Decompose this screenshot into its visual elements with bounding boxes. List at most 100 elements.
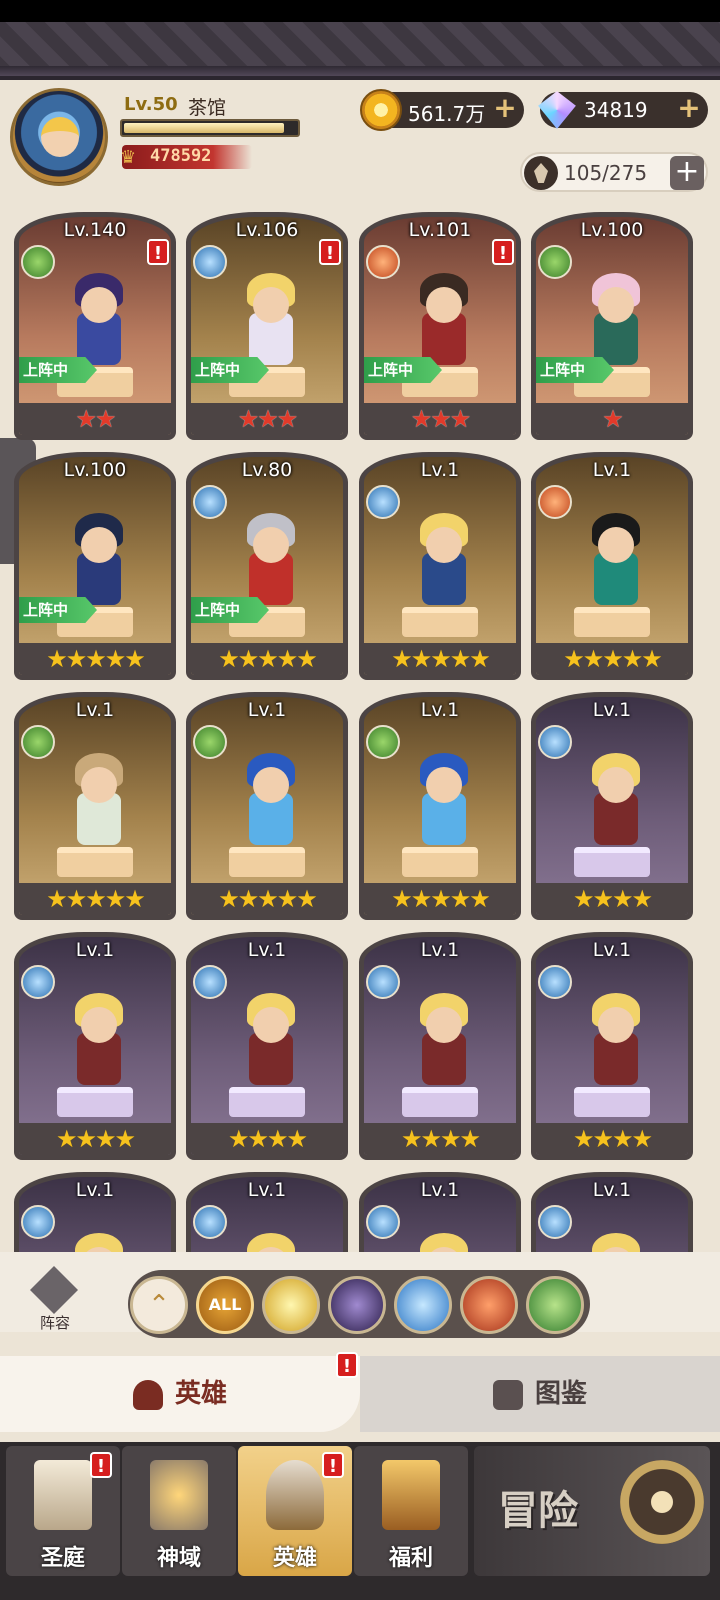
faction-order-icon [366, 485, 400, 519]
tab-heroes[interactable]: 英雄! [0, 1352, 360, 1432]
power-icon: ♛ [120, 147, 137, 168]
hero-card[interactable]: Lv.100 上阵中 ★★★★★ [14, 452, 176, 680]
filter-order-icon[interactable] [394, 1276, 452, 1334]
faction-beast-icon [538, 485, 572, 519]
hero-card[interactable]: Lv.1 ★★★★★ [359, 692, 521, 920]
hero-head [598, 287, 634, 323]
hero-sprite [404, 753, 482, 859]
hero-level: Lv.1 [592, 1179, 632, 1201]
hero-card[interactable]: Lv.1 [14, 1172, 176, 1252]
faction-order-icon [366, 965, 400, 999]
adventure-button[interactable]: 冒险 [474, 1446, 710, 1576]
hero-sprite [59, 993, 137, 1099]
hero-card[interactable]: Lv.1 [186, 1172, 348, 1252]
gold-value: 561.7万 [408, 102, 486, 126]
hero-card[interactable]: Lv.1 [359, 1172, 521, 1252]
hero-card[interactable]: Lv.1 ★★★★ [531, 932, 693, 1160]
stars: ★★★★ [227, 1125, 308, 1153]
treasure-chest-icon [382, 1460, 440, 1530]
hero-head [598, 527, 634, 563]
hero-sprite [59, 1233, 137, 1252]
hero-card[interactable]: Lv.1 ★★★★★ [531, 452, 693, 680]
alert-badge: ! [319, 239, 341, 265]
alert-badge: ! [147, 239, 169, 265]
stars: ★★★★★ [46, 885, 146, 913]
hero-sprite [231, 993, 309, 1099]
nav-realm[interactable]: 神域 [122, 1446, 236, 1576]
hero-card[interactable]: Lv.106! 上阵中 ★★★ [186, 212, 348, 440]
sort-toggle-button[interactable]: ⌃ [130, 1276, 188, 1334]
hero-head [598, 1007, 634, 1043]
hero-level: Lv.100 [580, 219, 644, 241]
hero-slot-icon [524, 156, 558, 190]
helmet-icon [132, 1379, 163, 1410]
gem-counter: 34819 + [538, 91, 708, 129]
hero-head [81, 287, 117, 323]
star-rating: ★★★★★ [364, 883, 516, 915]
hero-head [81, 1007, 117, 1043]
filter-dark-icon[interactable] [328, 1276, 386, 1334]
filter-all-button[interactable]: ALL [196, 1276, 254, 1334]
hero-sprite [576, 993, 654, 1099]
star-rating: ★★★★★ [19, 643, 171, 675]
hero-card[interactable]: Lv.100 上阵中 ★ [531, 212, 693, 440]
hero-card[interactable]: Lv.1 ★★★★ [359, 932, 521, 1160]
hero-head [253, 287, 289, 323]
lineup-button[interactable]: 阵容 [22, 1266, 88, 1336]
stars: ★★★★ [400, 1125, 481, 1153]
nav-court[interactable]: ! 圣庭 [6, 1446, 120, 1576]
hero-level: Lv.1 [420, 699, 460, 721]
hero-sprite [576, 1233, 654, 1252]
faction-order-icon [538, 1205, 572, 1239]
hero-card[interactable]: Lv.80 上阵中 ★★★★★ [186, 452, 348, 680]
filter-beast-icon[interactable] [460, 1276, 518, 1334]
nav-court-alert: ! [90, 1452, 112, 1478]
avatar-face [41, 117, 79, 157]
hero-level: Lv.1 [592, 459, 632, 481]
star-rating: ★★★★★ [191, 883, 343, 915]
hero-sprite [404, 1233, 482, 1252]
hero-level: Lv.1 [420, 1179, 460, 1201]
star-rating: ★ [536, 403, 688, 435]
filter-light-icon[interactable] [262, 1276, 320, 1334]
nav-heroes[interactable]: ! 英雄 [238, 1446, 352, 1576]
hero-sprite [576, 753, 654, 859]
tab-codex[interactable]: 图鉴 [360, 1356, 720, 1432]
tab-heroes-label: 英雄 [174, 1379, 227, 1409]
hero-card[interactable]: Lv.1 ★★★★★ [359, 452, 521, 680]
hero-head [426, 767, 462, 803]
hero-card[interactable]: Lv.1 [531, 1172, 693, 1252]
hero-sprite [231, 753, 309, 859]
hero-card[interactable]: Lv.1 ★★★★★ [14, 692, 176, 920]
hero-card[interactable]: Lv.140! 上阵中 ★★ [14, 212, 176, 440]
hero-head [598, 767, 634, 803]
hero-level: Lv.140 [63, 219, 127, 241]
faction-order-icon [538, 725, 572, 759]
hero-level: Lv.1 [75, 1179, 115, 1201]
faction-order-icon [21, 965, 55, 999]
add-gems-button[interactable]: + [676, 94, 702, 122]
stars: ★★★★★ [391, 645, 491, 673]
add-gold-button[interactable]: + [492, 94, 518, 122]
hero-card[interactable]: Lv.1 ★★★★ [14, 932, 176, 1160]
stars: ★★★ [237, 405, 299, 433]
on-team-tag: 上阵中 [191, 597, 269, 623]
filter-nature-icon[interactable] [526, 1276, 584, 1334]
hero-card[interactable]: Lv.1 ★★★★ [186, 932, 348, 1160]
expand-slots-button[interactable]: + [670, 156, 704, 190]
exp-bar-fill [124, 123, 284, 133]
hero-level: Lv.100 [63, 459, 127, 481]
hero-head [426, 527, 462, 563]
tab-alert-badge: ! [336, 1352, 358, 1378]
faction-nature-icon [538, 245, 572, 279]
faction-order-icon [193, 965, 227, 999]
hero-card[interactable]: Lv.101! 上阵中 ★★★ [359, 212, 521, 440]
hero-head [253, 1007, 289, 1043]
hero-sprite [59, 753, 137, 859]
player-avatar[interactable] [10, 88, 108, 186]
hero-level: Lv.1 [592, 939, 632, 961]
hero-card[interactable]: Lv.1 ★★★★★ [186, 692, 348, 920]
hero-card[interactable]: Lv.1 ★★★★ [531, 692, 693, 920]
star-rating: ★★★★ [536, 883, 688, 915]
nav-welfare[interactable]: 福利 [354, 1446, 468, 1576]
